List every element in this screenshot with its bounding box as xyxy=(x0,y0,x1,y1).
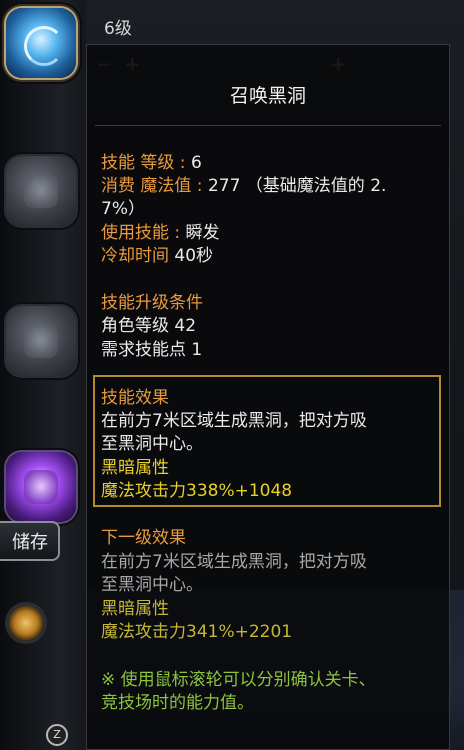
note-line2: 竞技场时的能力值。 xyxy=(101,693,254,713)
use-skill-value: 瞬发 xyxy=(185,223,220,243)
skill-level-row: 技能 等级 : 6 xyxy=(101,152,202,175)
separator: : xyxy=(169,223,186,243)
mp-cost-row: 消费 魔法值 : 277 （基础魔法值的 2. xyxy=(101,175,386,198)
z-key-icon: Z xyxy=(46,724,68,746)
skill-level-value: 6 xyxy=(190,153,202,173)
locked-skill-icon xyxy=(24,324,58,358)
effect-desc-line2: 至黑洞中心。 xyxy=(101,434,203,454)
effect-attribute: 黑暗属性 xyxy=(101,458,169,478)
skill-slot-4[interactable] xyxy=(6,452,76,522)
use-skill-row: 使用技能 : 瞬发 xyxy=(101,222,220,245)
cooldown-row: 冷却时间 40秒 xyxy=(101,245,213,268)
mp-cost-value-cont: 7%） xyxy=(101,199,145,219)
coin-icon xyxy=(8,605,44,641)
next-effect-desc-line1: 在前方7米区域生成黑洞，把对方吸 xyxy=(101,552,367,572)
skill-slot-2[interactable] xyxy=(6,156,76,226)
skill-tooltip: 召唤黑洞 技能 等级 : 6 消费 魔法值 : 277 （基础魔法值的 2. 7… xyxy=(86,44,450,750)
skill-level-label: 技能 等级 xyxy=(101,153,175,173)
locked-skill-icon xyxy=(24,174,58,208)
note-line1: ※ 使用鼠标滚轮可以分别确认关卡、 xyxy=(101,670,376,690)
next-effect-desc-line2: 至黑洞中心。 xyxy=(101,575,203,595)
cooldown-label: 冷却时间 xyxy=(101,246,169,266)
vortex-icon xyxy=(24,26,64,66)
mp-cost-label: 消费 魔法值 xyxy=(101,176,192,196)
cooldown-value: 40秒 xyxy=(169,246,214,266)
skill-name: 召唤黑洞 xyxy=(229,85,306,107)
skill-slot-black-hole[interactable] xyxy=(6,8,76,78)
use-skill-label: 使用技能 xyxy=(101,223,169,243)
title-divider xyxy=(95,125,441,126)
effect-desc-line1: 在前方7米区域生成黑洞，把对方吸 xyxy=(101,411,367,431)
mp-cost-value: 277 （基础魔法值的 2. xyxy=(207,176,387,196)
sp-requirement: 需求技能点 1 xyxy=(101,340,203,360)
separator: : xyxy=(174,153,191,173)
save-button[interactable]: 储存 xyxy=(0,521,60,561)
next-effect-heading: 下一级效果 xyxy=(101,528,186,548)
effect-attack: 魔法攻击力338%+1048 xyxy=(101,481,293,501)
upgrade-heading: 技能升级条件 xyxy=(101,293,203,313)
char-level-requirement: 角色等级 42 xyxy=(101,316,197,336)
next-effect-attack: 魔法攻击力341%+2201 xyxy=(101,622,293,642)
separator: : xyxy=(191,176,208,196)
skill-level-label: 6级 xyxy=(104,19,132,39)
dark-crystal-icon xyxy=(24,470,58,504)
effect-heading: 技能效果 xyxy=(101,388,169,408)
skill-slot-3[interactable] xyxy=(6,306,76,376)
next-effect-attribute: 黑暗属性 xyxy=(101,599,169,619)
